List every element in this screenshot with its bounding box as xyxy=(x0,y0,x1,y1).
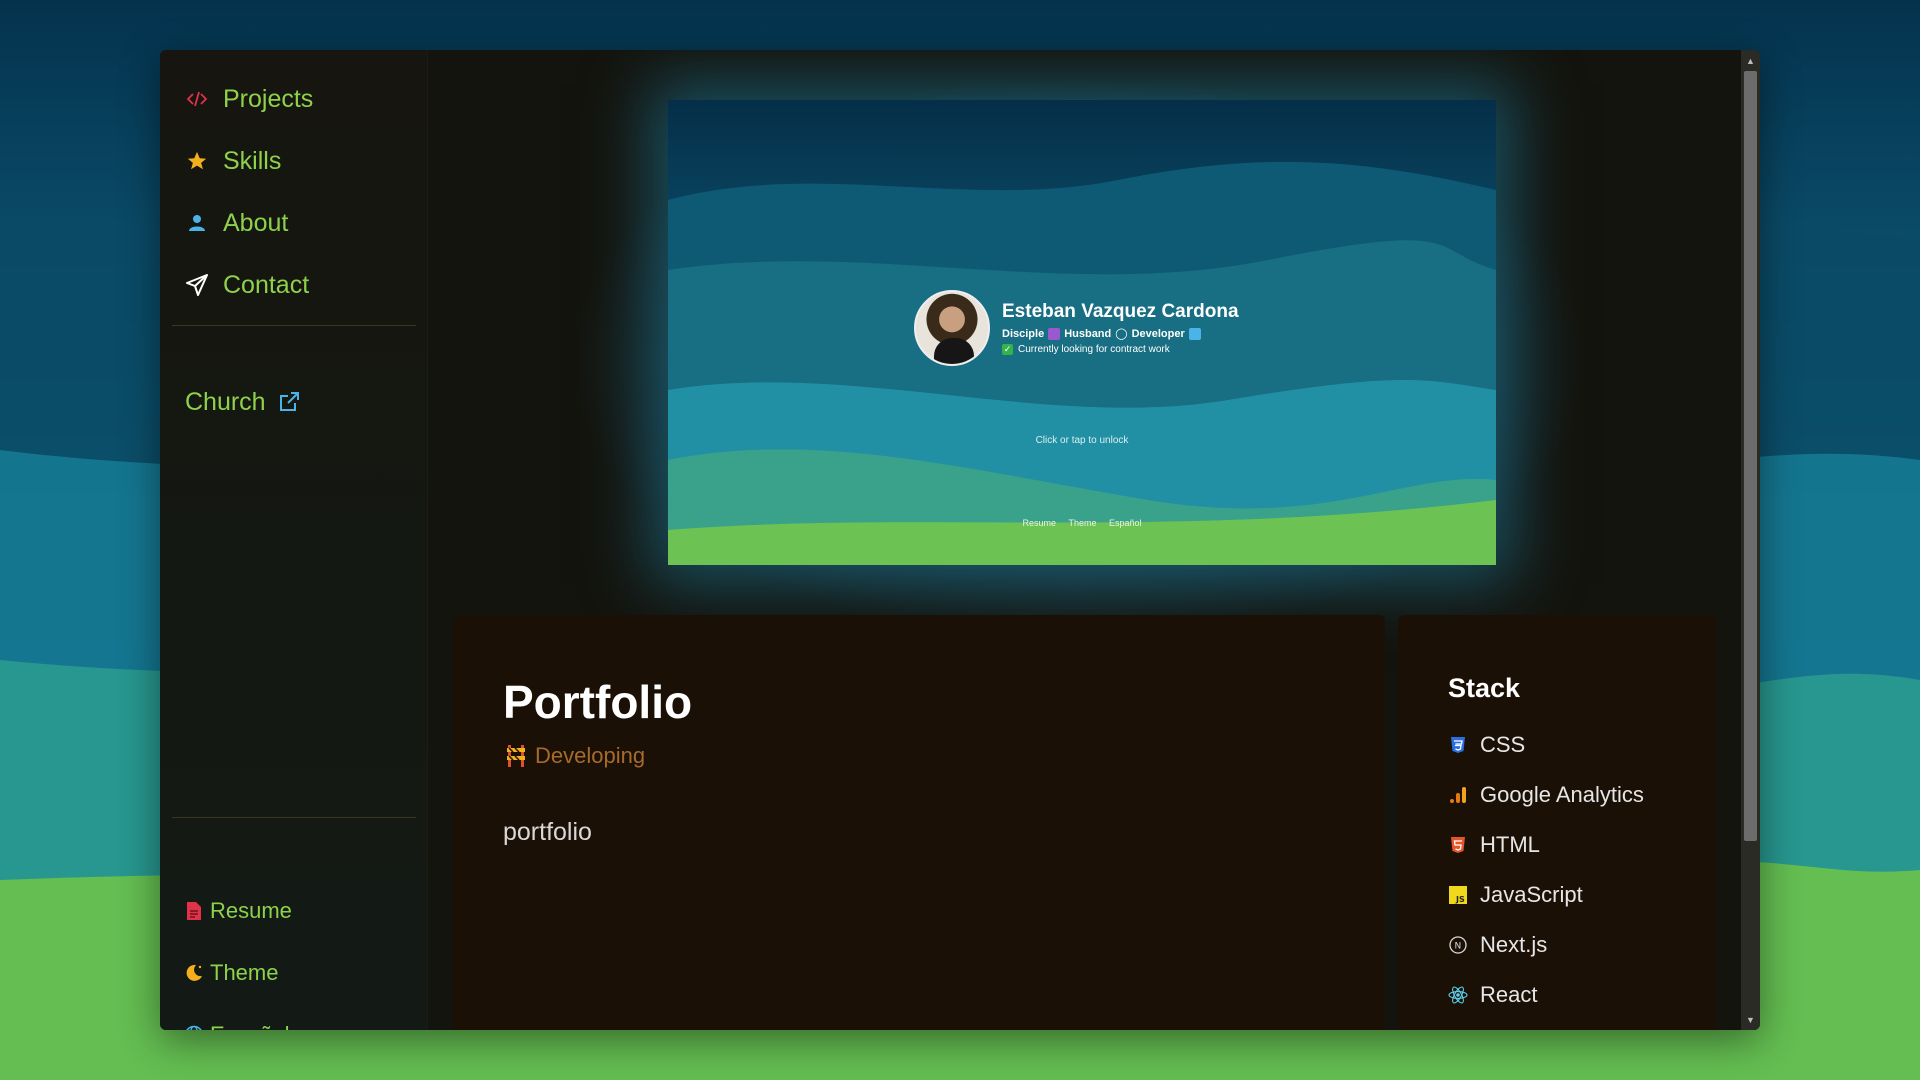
code-icon xyxy=(184,86,210,112)
globe-icon xyxy=(184,1024,204,1030)
stack-item-html: HTML xyxy=(1448,820,1644,870)
stack-label: CSS xyxy=(1480,732,1526,757)
status-label: Developing xyxy=(535,743,646,768)
send-icon xyxy=(184,272,210,298)
profile-card: Esteban Vazquez Cardona Disciple Husband… xyxy=(914,290,1239,366)
construction-icon xyxy=(505,744,527,768)
project-status: Developing xyxy=(505,743,645,769)
preview-link-resume: Resume xyxy=(1022,518,1056,528)
scrollbar-thumb[interactable] xyxy=(1744,71,1757,841)
profile-tag: Developer xyxy=(1131,327,1185,340)
church-label: Church xyxy=(185,388,266,416)
react-icon xyxy=(1448,985,1468,1005)
stack-card: Stack CSS Google Analytics HTML JS JavaS… xyxy=(1398,615,1716,1030)
stack-label: Google Analytics xyxy=(1480,782,1644,807)
checkmark-icon: ✓ xyxy=(1002,344,1013,355)
project-preview-image[interactable]: Esteban Vazquez Cardona Disciple Husband… xyxy=(668,100,1496,565)
google-analytics-icon xyxy=(1448,785,1468,805)
javascript-icon: JS xyxy=(1448,885,1468,905)
preview-link-theme: Theme xyxy=(1068,518,1097,528)
stack-item-javascript: JS JavaScript xyxy=(1448,870,1644,920)
language-toggle[interactable]: Español xyxy=(184,1004,292,1030)
cross-icon xyxy=(1048,327,1061,340)
project-details-card: Portfolio Developing portfolio xyxy=(453,615,1385,1030)
stack-item-google-analytics: Google Analytics xyxy=(1448,770,1644,820)
moon-icon xyxy=(184,962,204,984)
theme-label: Theme xyxy=(210,960,279,985)
css-icon xyxy=(1448,735,1468,755)
stack-label: React xyxy=(1480,982,1538,1007)
stack-label: JavaScript xyxy=(1480,882,1583,907)
nav-item-projects[interactable]: Projects xyxy=(172,68,416,130)
project-title: Portfolio xyxy=(503,676,693,728)
nextjs-icon: N xyxy=(1448,935,1468,955)
main-nav: Projects Skills About Contact xyxy=(172,68,416,316)
nav-item-about[interactable]: About xyxy=(172,192,416,254)
stack-item-nextjs: N Next.js xyxy=(1448,920,1644,970)
main-content: Esteban Vazquez Cardona Disciple Husband… xyxy=(428,50,1741,1030)
theme-toggle[interactable]: Theme xyxy=(184,942,292,1004)
scrollbar[interactable]: ▲ ▼ xyxy=(1741,50,1760,1030)
preview-link-language: Español xyxy=(1109,518,1142,528)
nav-item-skills[interactable]: Skills xyxy=(172,130,416,192)
scroll-up-arrow-icon[interactable]: ▲ xyxy=(1741,52,1760,69)
nav-label: Skills xyxy=(223,146,282,175)
scroll-down-arrow-icon[interactable]: ▼ xyxy=(1741,1011,1760,1028)
ring-icon: ◯ xyxy=(1115,328,1128,340)
sidebar-divider xyxy=(172,817,416,818)
status-text: Currently looking for contract work xyxy=(1018,344,1170,355)
nav-label: About xyxy=(223,208,289,237)
profile-tag: Disciple xyxy=(1002,327,1045,340)
laptop-icon xyxy=(1188,327,1201,340)
star-icon xyxy=(184,148,210,174)
html-icon xyxy=(1448,835,1468,855)
stack-list: CSS Google Analytics HTML JS JavaScript … xyxy=(1448,720,1644,1020)
stack-title: Stack xyxy=(1448,673,1521,703)
stack-item-react: React xyxy=(1448,970,1644,1020)
nav-label: Contact xyxy=(223,270,310,299)
project-description: portfolio xyxy=(503,818,592,846)
nav-label: Projects xyxy=(223,84,314,113)
user-icon xyxy=(184,210,210,236)
unlock-hint: Click or tap to unlock xyxy=(1035,435,1129,446)
profile-tag: Husband xyxy=(1064,327,1112,340)
avatar xyxy=(914,290,990,366)
profile-status: ✓ Currently looking for contract work xyxy=(1002,344,1239,355)
nav-item-contact[interactable]: Contact xyxy=(172,254,416,316)
profile-name: Esteban Vazquez Cardona xyxy=(1002,301,1239,322)
sidebar-divider xyxy=(172,325,416,326)
svg-text:JS: JS xyxy=(1455,895,1465,904)
external-link-icon xyxy=(278,391,302,415)
svg-text:N: N xyxy=(1455,942,1462,952)
app-window: Projects Skills About Contact Church Res… xyxy=(160,50,1760,1030)
resume-label: Resume xyxy=(210,898,292,923)
language-label: Español xyxy=(210,1022,290,1030)
sidebar: Projects Skills About Contact Church Res… xyxy=(160,50,428,1030)
sidebar-bottom-nav: Resume Theme Español xyxy=(184,880,292,1030)
stack-item-css: CSS xyxy=(1448,720,1644,770)
resume-link[interactable]: Resume xyxy=(184,880,292,942)
stack-label: HTML xyxy=(1480,832,1540,857)
profile-tags: Disciple Husband ◯ Developer xyxy=(1002,327,1239,340)
church-link[interactable]: Church xyxy=(185,388,302,417)
stack-label: Next.js xyxy=(1480,932,1548,957)
document-icon xyxy=(184,900,204,922)
preview-links: Resume Theme Español xyxy=(668,518,1496,528)
